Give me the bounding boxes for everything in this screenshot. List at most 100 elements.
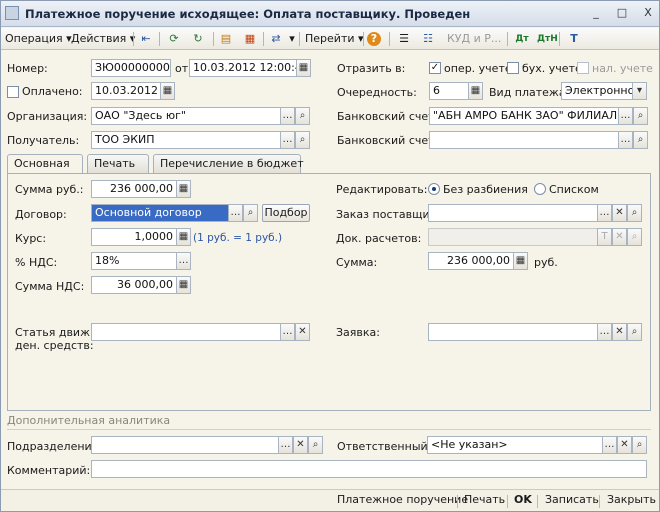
clear-icon[interactable]: ✕ <box>612 204 627 222</box>
select-button[interactable]: … <box>602 436 617 454</box>
paid-checkbox[interactable] <box>7 86 19 98</box>
chevron-down-icon[interactable]: ▾ <box>632 82 647 100</box>
save-button[interactable]: Записать <box>545 493 599 506</box>
select-button[interactable]: … <box>618 107 633 125</box>
search-icon[interactable]: ⌕ <box>633 131 648 149</box>
create-based-icon[interactable]: ▤ <box>217 31 235 47</box>
nal-checkbox[interactable] <box>577 62 589 74</box>
settle-field[interactable] <box>428 228 598 246</box>
search-icon[interactable]: ⌕ <box>308 436 323 454</box>
calculator-icon[interactable]: ▦ <box>176 276 191 294</box>
copy-icon[interactable]: ⇤ <box>137 31 155 47</box>
tab-budget[interactable]: Перечисление в бюджет <box>153 154 304 173</box>
minimize-button[interactable]: _ <box>587 5 605 21</box>
queue-label: Очередность: <box>337 86 417 99</box>
bank2-field[interactable] <box>429 131 619 149</box>
search-icon[interactable]: ⌕ <box>632 436 647 454</box>
number-field[interactable]: ЗЮ000000006 <box>91 59 171 77</box>
search-icon[interactable]: ⌕ <box>627 204 642 222</box>
sum-field[interactable]: 236 000,00 <box>91 180 177 198</box>
payment-order-button[interactable]: Платежное поручение <box>337 493 468 506</box>
cashflow-field[interactable] <box>91 323 281 341</box>
tab-print[interactable]: Печать <box>87 154 149 173</box>
order-field[interactable] <box>428 204 598 222</box>
post-icon[interactable]: ↻ <box>189 31 207 47</box>
title-bar: Платежное поручение исходящее: Оплата по… <box>1 1 659 27</box>
buh-checkbox[interactable] <box>507 62 519 74</box>
paytype-select[interactable]: Электронно <box>561 82 633 100</box>
calculator-icon[interactable]: ▦ <box>468 82 483 100</box>
dept-label: Подразделение: <box>7 440 103 453</box>
select-button[interactable]: … <box>278 436 293 454</box>
bottom-separator <box>507 495 508 508</box>
close-button[interactable]: Закрыть <box>607 493 656 506</box>
debit-credit-icon[interactable]: Дт <box>513 31 531 47</box>
search-icon[interactable]: ⌕ <box>627 323 642 341</box>
calendar-icon[interactable]: ▦ <box>296 59 311 77</box>
actions-menu[interactable]: Действия ▾ <box>71 31 135 47</box>
calculator-icon[interactable]: ▦ <box>176 228 191 246</box>
select-button[interactable]: … <box>228 204 243 222</box>
search-icon[interactable]: ⌕ <box>627 228 642 246</box>
search-icon[interactable]: ⌕ <box>295 131 310 149</box>
select-button[interactable]: … <box>280 107 295 125</box>
search-icon[interactable]: ⌕ <box>295 107 310 125</box>
checklist-icon[interactable]: ☷ <box>419 31 437 47</box>
oper-checkbox[interactable]: ✓ <box>429 62 441 74</box>
request-field[interactable] <box>428 323 598 341</box>
clear-icon[interactable]: ✕ <box>295 323 310 341</box>
select-button[interactable]: … <box>280 323 295 341</box>
contract-label: Договор: <box>15 208 67 221</box>
amount-field[interactable]: 236 000,00 <box>428 252 514 270</box>
refresh-icon[interactable]: ⟳ <box>165 31 183 47</box>
vat-sum-field[interactable]: 36 000,00 <box>91 276 177 294</box>
clear-icon[interactable]: ✕ <box>293 436 308 454</box>
ok-button[interactable]: OK <box>514 493 532 506</box>
queue-field[interactable]: 6 <box>429 82 469 100</box>
clear-icon[interactable]: ✕ <box>617 436 632 454</box>
select-button[interactable]: … <box>280 131 295 149</box>
list-icon[interactable]: ☰ <box>395 31 413 47</box>
no-split-radio[interactable] <box>428 183 440 195</box>
bank-field[interactable]: "АБН АМРО БАНК ЗАО" ФИЛИАЛ В... <box>429 107 619 125</box>
search-icon[interactable]: ⌕ <box>243 204 258 222</box>
maximize-button[interactable]: □ <box>613 5 631 21</box>
pick-button[interactable]: Подбор <box>262 204 310 222</box>
paid-date-field[interactable]: 10.03.2012 <box>91 82 161 100</box>
from-label: от <box>175 62 189 75</box>
structure-icon[interactable]: ▦ <box>241 31 259 47</box>
debit-credit-tax-icon[interactable]: ДтН <box>537 31 558 47</box>
tab-main[interactable]: Основная <box>7 154 83 174</box>
clear-icon[interactable]: ✕ <box>612 228 627 246</box>
window-title: Платежное поручение исходящее: Оплата по… <box>25 7 471 21</box>
date-field[interactable]: 10.03.2012 12:00:47 <box>189 59 297 77</box>
calendar-icon[interactable]: ▦ <box>160 82 175 100</box>
text-format-icon[interactable]: T <box>565 31 583 47</box>
select-button[interactable]: … <box>176 252 191 270</box>
select-button[interactable]: … <box>597 204 612 222</box>
search-icon[interactable]: ⌕ <box>633 107 648 125</box>
calculator-icon[interactable]: ▦ <box>176 180 191 198</box>
select-button[interactable]: … <box>618 131 633 149</box>
close-window-button[interactable]: X <box>639 5 657 21</box>
rate-field[interactable]: 1,0000 <box>91 228 177 246</box>
resp-field[interactable]: <Не указан> <box>427 436 603 454</box>
goto-menu[interactable]: Перейти ▾ <box>305 31 364 47</box>
kud-button[interactable]: КУД и Р... <box>447 31 501 47</box>
calculator-icon[interactable]: ▦ <box>513 252 528 270</box>
list-radio[interactable] <box>534 183 546 195</box>
text-icon[interactable]: T <box>597 228 612 246</box>
select-button[interactable]: … <box>597 323 612 341</box>
recipient-field[interactable]: ТОО ЭКИП <box>91 131 281 149</box>
cashflow-label-line2: ден. средств: <box>15 339 94 352</box>
help-icon[interactable]: ? <box>367 32 381 46</box>
comment-field[interactable] <box>91 460 647 478</box>
operation-menu[interactable]: Операция ▾ <box>5 31 72 47</box>
vat-field[interactable]: 18% <box>91 252 177 270</box>
org-field[interactable]: ОАО "Здесь юг" <box>91 107 281 125</box>
print-button[interactable]: Печать <box>464 493 505 506</box>
contract-field[interactable]: Основной договор <box>91 204 229 222</box>
amount-currency: руб. <box>534 256 558 269</box>
dept-field[interactable] <box>91 436 279 454</box>
clear-icon[interactable]: ✕ <box>612 323 627 341</box>
